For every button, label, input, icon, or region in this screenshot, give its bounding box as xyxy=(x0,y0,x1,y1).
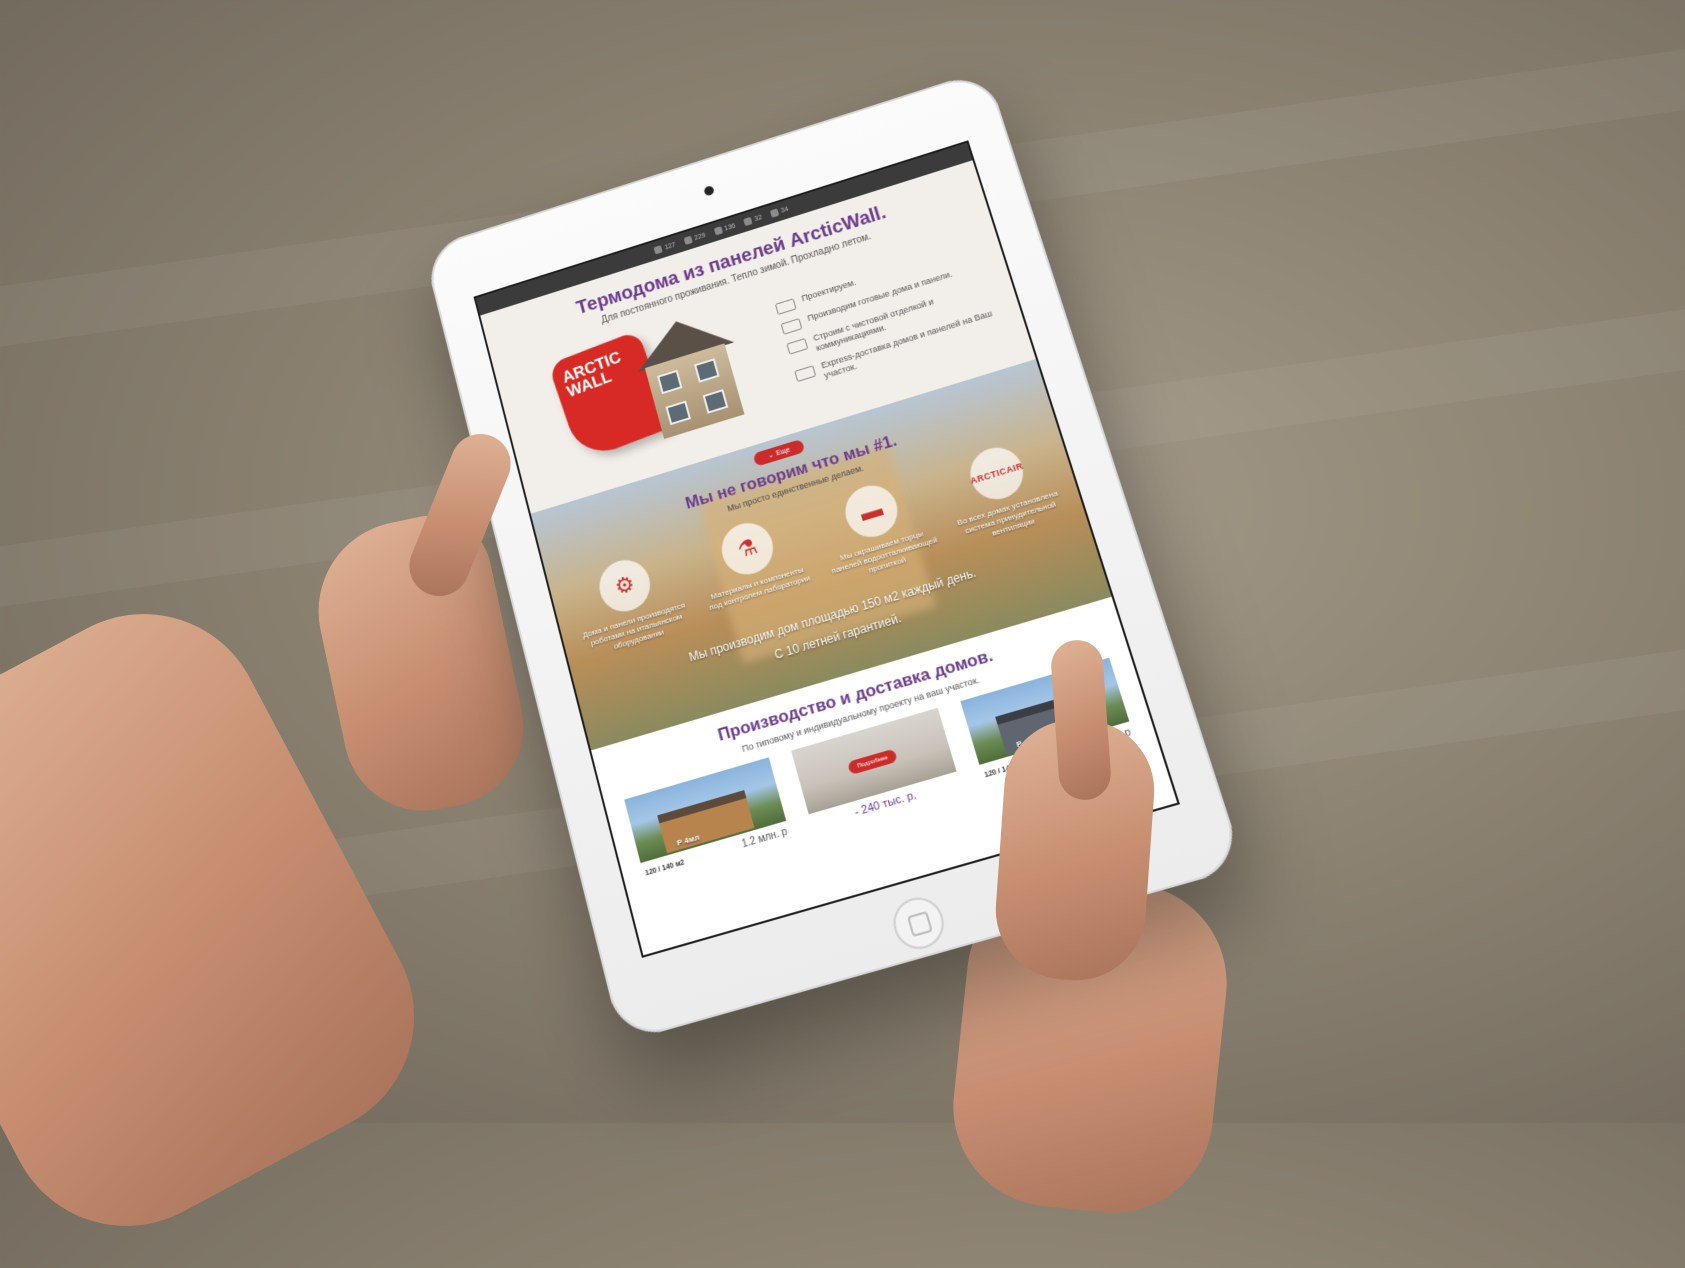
arcticair-fan-icon: ARCTICAIR xyxy=(963,441,1030,506)
social-item-facebook[interactable]: 229 xyxy=(683,231,707,246)
factory-icon xyxy=(780,318,803,335)
details-button[interactable]: Подробнее xyxy=(847,748,898,776)
robot-arm-icon: ⚙ xyxy=(593,553,656,618)
social-item-twitter[interactable]: 127 xyxy=(653,241,677,255)
social-item-google-plus[interactable]: 32 xyxy=(743,214,763,227)
truck-icon xyxy=(794,365,817,383)
helmet-icon xyxy=(786,338,809,355)
advantage-item: ARCTICAIR Во всех домах установлена сист… xyxy=(936,433,1069,549)
right-thumb xyxy=(1049,638,1113,802)
home-button[interactable] xyxy=(887,891,950,955)
camera-icon xyxy=(703,184,715,197)
advantage-item: ⚙ Дома и панели производятся роботами на… xyxy=(567,546,692,660)
pencil-icon xyxy=(774,298,797,315)
twitter-icon xyxy=(653,245,663,255)
chevron-down-icon: ⌄ xyxy=(767,451,775,460)
social-item-odnoklassniki[interactable]: 34 xyxy=(769,205,789,218)
vk-icon xyxy=(713,226,723,236)
feature-list: Проектируем. Производим готовые дома и п… xyxy=(774,238,1010,397)
google-plus-icon xyxy=(743,216,753,227)
social-item-vk[interactable]: 136 xyxy=(713,222,736,236)
facebook-icon xyxy=(683,235,693,246)
card-area: 120 / 140 м2 xyxy=(644,859,686,878)
odnoklassniki-icon xyxy=(769,208,780,218)
